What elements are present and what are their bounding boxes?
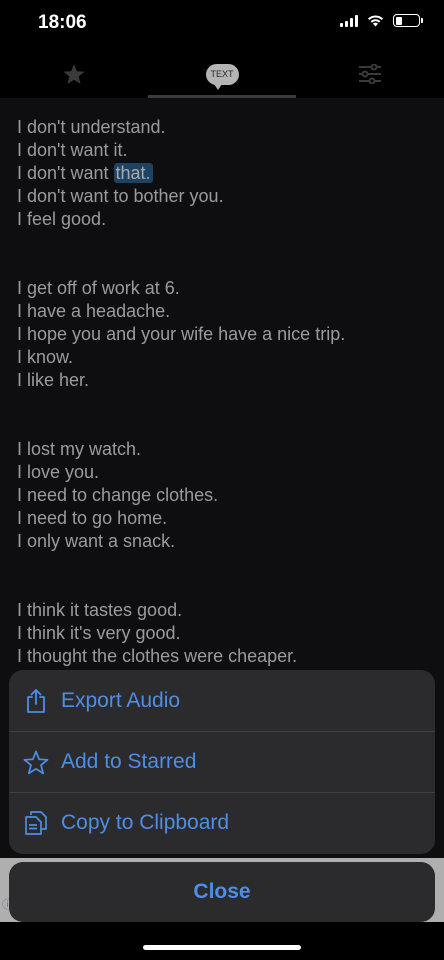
text-bubble-icon: TEXT [205,63,239,90]
tab-starred[interactable] [48,50,100,98]
add-to-starred-label: Add to Starred [61,750,197,773]
tab-text-label: TEXT [210,69,234,79]
close-button[interactable]: Close [9,862,435,922]
status-icons [340,14,423,27]
action-sheet: Export Audio Add to Starred Copy to Clip… [9,670,435,854]
export-audio-label: Export Audio [61,688,181,712]
home-indicator[interactable] [143,945,301,950]
wifi-icon [368,15,383,27]
add-to-starred-button[interactable]: Add to Starred [9,731,435,792]
star-outline-icon [23,749,49,775]
copy-icon [23,810,49,836]
status-time: 18:06 [38,12,87,33]
sliders-icon [359,64,381,84]
star-icon [63,63,85,84]
status-bar: 18:06 [0,0,444,50]
share-icon [23,688,49,714]
cellular-signal-icon [340,14,358,27]
battery-icon [393,14,423,27]
top-tab-bar: TEXT [0,50,444,98]
tab-text[interactable]: TEXT [195,50,249,98]
copy-to-clipboard-button[interactable]: Copy to Clipboard [9,792,435,853]
tab-settings[interactable] [344,50,396,98]
battery-level [395,16,403,25]
export-audio-button[interactable]: Export Audio [9,670,435,731]
copy-to-clipboard-label: Copy to Clipboard [61,811,230,834]
close-label: Close [193,880,251,903]
